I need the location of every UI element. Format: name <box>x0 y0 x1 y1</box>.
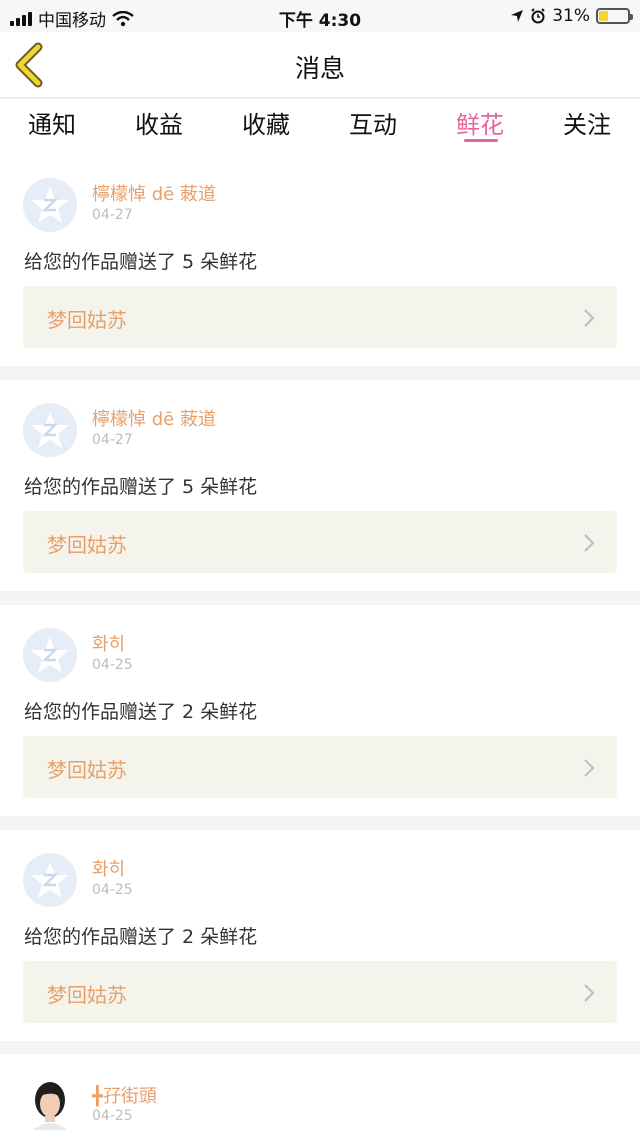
message-date: 04-27 <box>92 207 133 223</box>
message-text: 给您的作品赠送了 2 朵鲜花 <box>24 701 258 723</box>
status-bar: 中国移动 下午 4:30 31% <box>0 0 640 32</box>
username[interactable]: 화히 <box>92 630 125 656</box>
username[interactable]: 檸檬悼 dē 蓛道 <box>92 180 216 206</box>
message-date: 04-25 <box>92 657 133 673</box>
message-card[interactable]: 檸檬悼 dē 蓛道 04-27 给您的作品赠送了 5 朵鲜花 梦回姑苏 <box>0 155 640 366</box>
default-avatar-icon <box>23 178 77 232</box>
tab-notifications[interactable]: 通知 <box>7 105 97 140</box>
avatar[interactable] <box>23 853 77 907</box>
battery-percent: 31% <box>552 6 590 26</box>
message-text: 给您的作品赠送了 2 朵鲜花 <box>24 926 258 948</box>
message-date: 04-25 <box>92 1108 133 1124</box>
message-card[interactable]: 화히 04-25 给您的作品赠送了 2 朵鲜花 梦回姑苏 <box>0 605 640 816</box>
work-title: 梦回姑苏 <box>47 308 127 332</box>
default-avatar-icon <box>23 403 77 457</box>
work-link[interactable]: 梦回姑苏 <box>23 736 617 798</box>
work-title: 梦回姑苏 <box>47 533 127 557</box>
avatar[interactable] <box>23 178 77 232</box>
work-link[interactable]: 梦回姑苏 <box>23 511 617 573</box>
tab-interactions[interactable]: 互动 <box>328 105 418 140</box>
navigation-bar: 消息 <box>0 32 640 98</box>
message-date: 04-25 <box>92 882 133 898</box>
work-link[interactable]: 梦回姑苏 <box>23 286 617 348</box>
work-link[interactable]: 梦回姑苏 <box>23 961 617 1023</box>
tab-following[interactable]: 关注 <box>542 105 632 140</box>
default-avatar-icon <box>23 853 77 907</box>
tab-flowers[interactable]: 鲜花 <box>435 105 525 140</box>
chevron-right-icon <box>584 309 595 327</box>
chevron-right-icon <box>584 984 595 1002</box>
message-card[interactable]: 檸檬悼 dē 蓛道 04-27 给您的作品赠送了 5 朵鲜花 梦回姑苏 <box>0 380 640 591</box>
active-tab-indicator <box>464 139 498 142</box>
tab-earnings[interactable]: 收益 <box>114 105 204 140</box>
user-photo-avatar[interactable] <box>23 1076 77 1130</box>
username[interactable]: 화히 <box>92 855 125 881</box>
message-text: 给您的作品赠送了 5 朵鲜花 <box>24 251 258 273</box>
page-title: 消息 <box>294 54 345 83</box>
location-icon <box>511 10 524 22</box>
avatar[interactable] <box>23 628 77 682</box>
message-date: 04-27 <box>92 432 133 448</box>
avatar[interactable] <box>23 403 77 457</box>
battery-icon <box>596 8 633 24</box>
tab-bar: 通知 收益 收藏 互动 鲜花 关注 <box>0 99 640 155</box>
chevron-right-icon <box>584 759 595 777</box>
username[interactable]: ╋孖街頭 <box>92 1082 157 1108</box>
message-card[interactable]: ╋孖街頭 04-25 <box>0 1054 640 1138</box>
work-title: 梦回姑苏 <box>47 983 127 1007</box>
message-card[interactable]: 화히 04-25 给您的作品赠送了 2 朵鲜花 梦回姑苏 <box>0 830 640 1041</box>
default-avatar-icon <box>23 628 77 682</box>
alarm-icon <box>531 8 545 24</box>
message-text: 给您的作品赠送了 5 朵鲜花 <box>24 476 258 498</box>
username[interactable]: 檸檬悼 dē 蓛道 <box>92 405 216 431</box>
work-title: 梦回姑苏 <box>47 758 127 782</box>
chevron-right-icon <box>584 534 595 552</box>
tab-favorites[interactable]: 收藏 <box>221 105 311 140</box>
